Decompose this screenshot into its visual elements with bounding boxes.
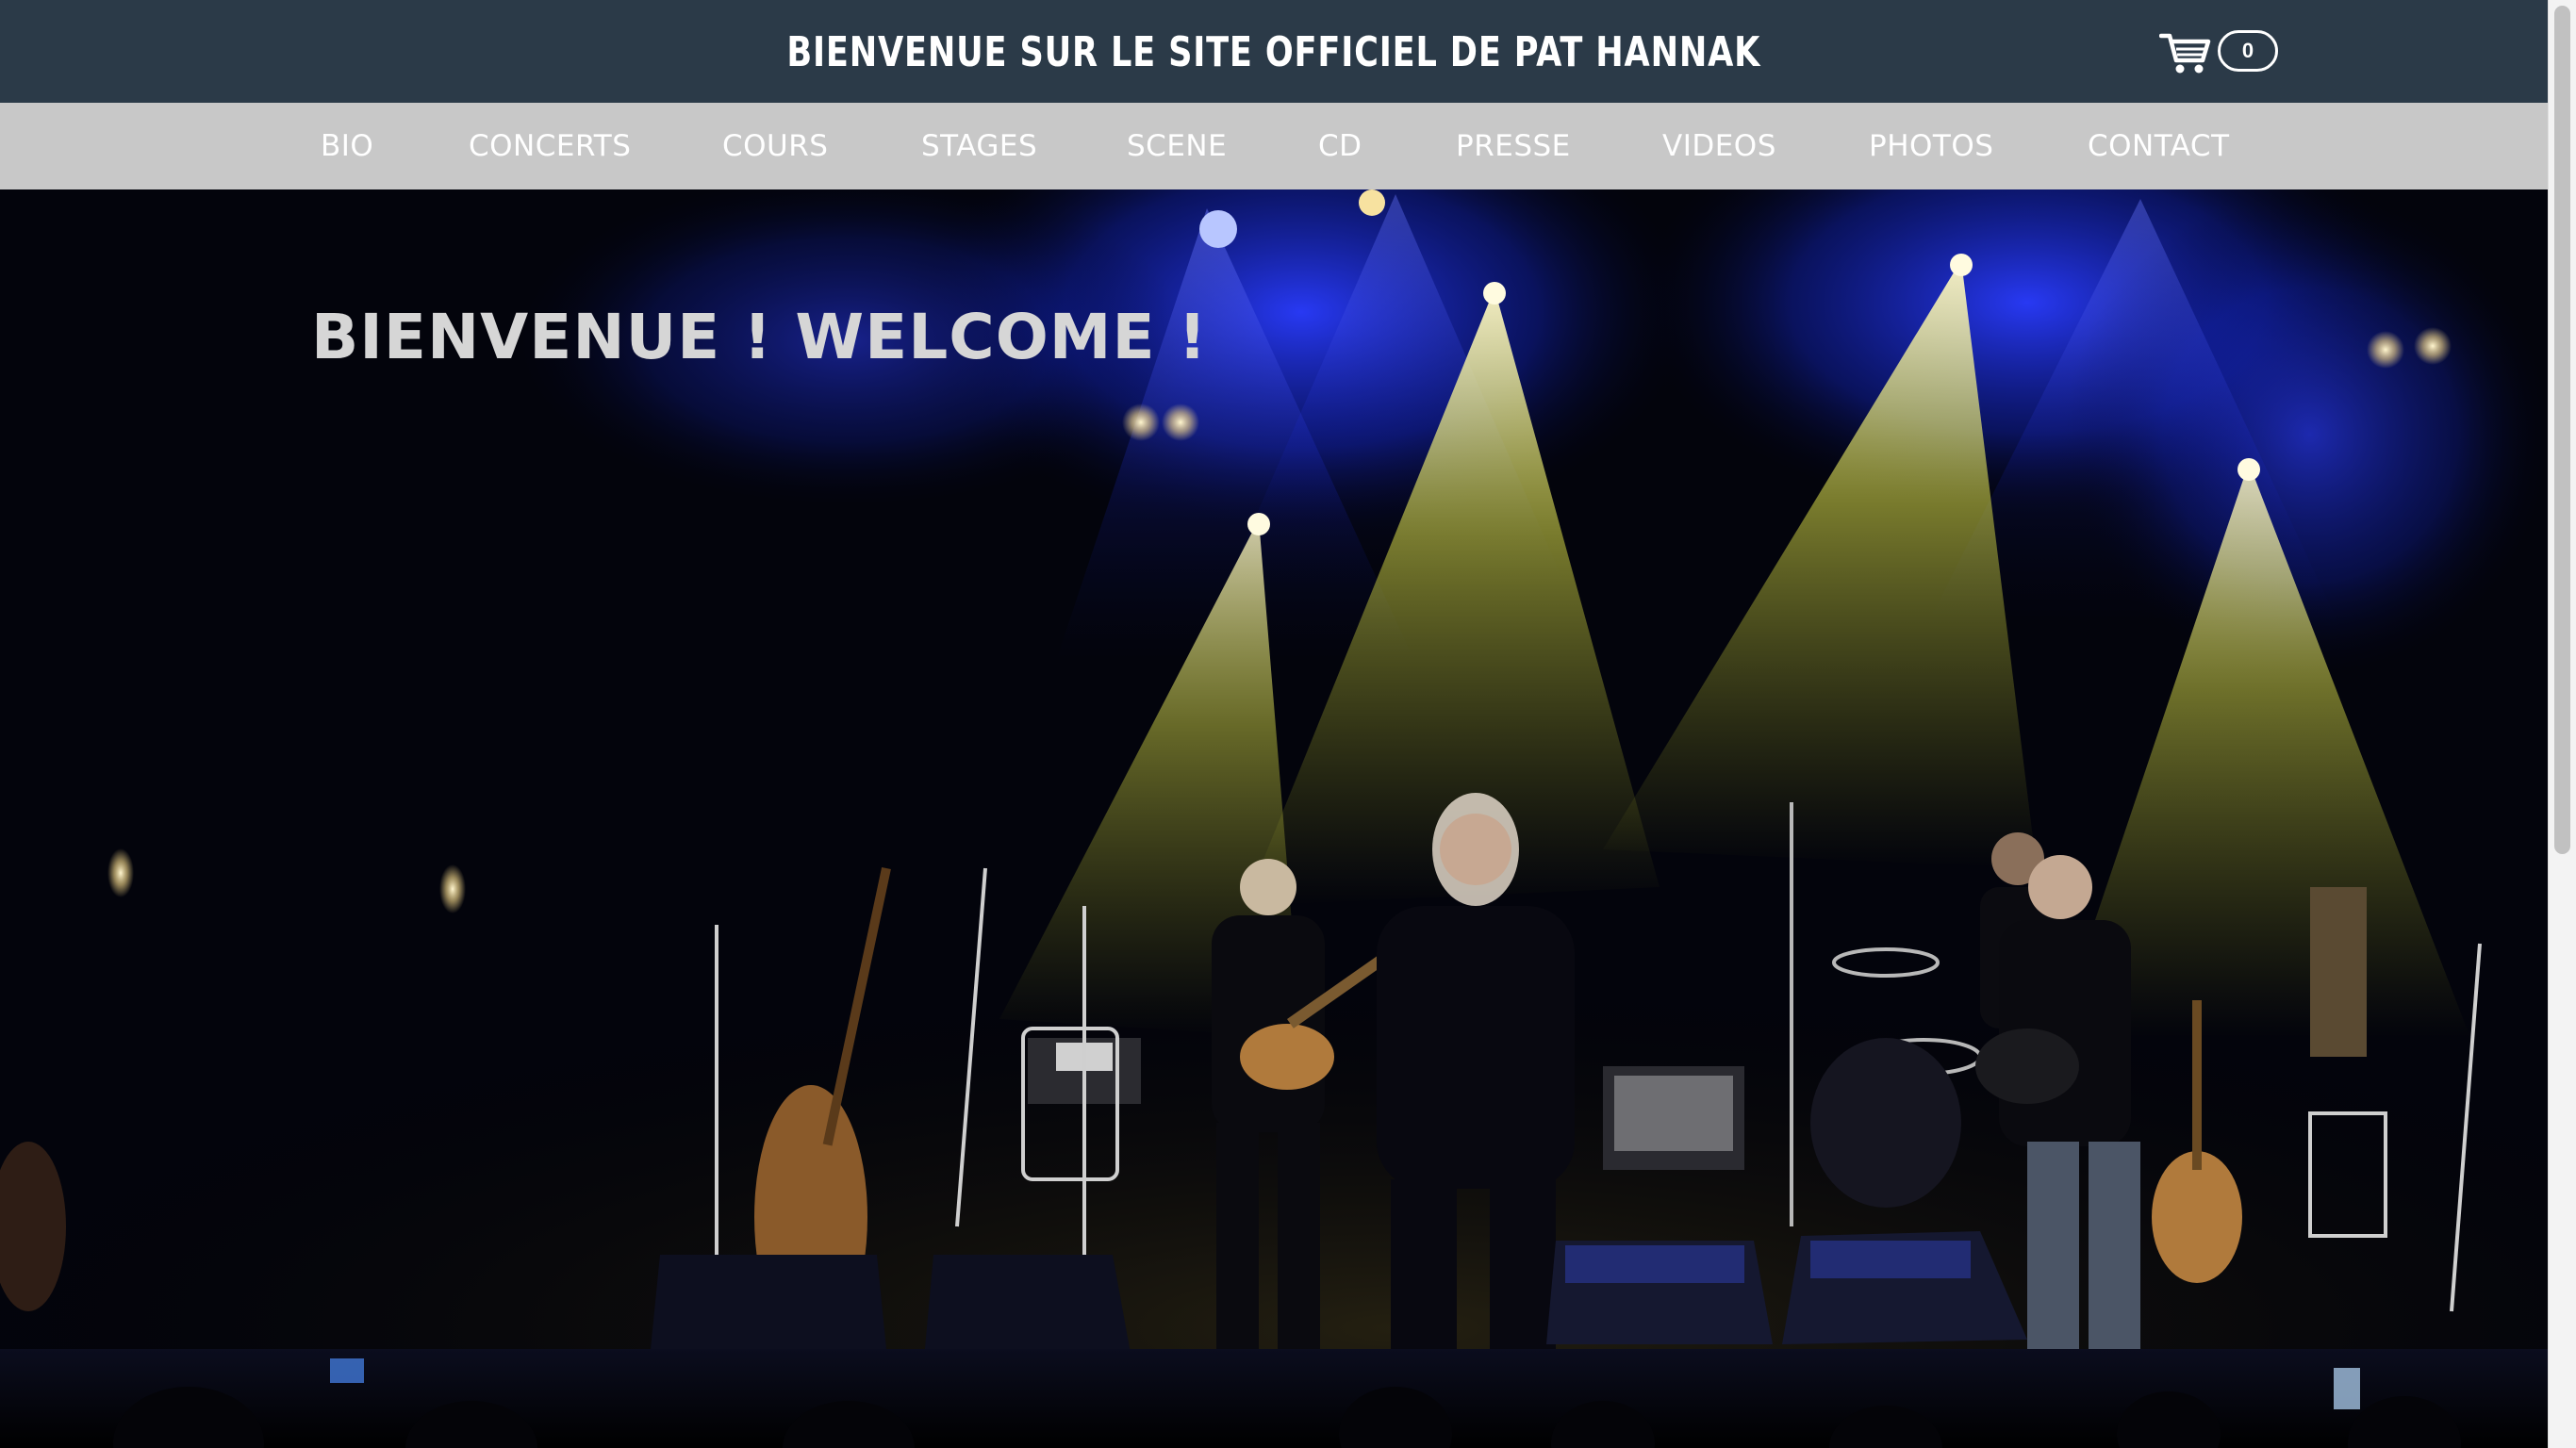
nav-item-cd[interactable]: CD: [1318, 103, 1362, 189]
nav-item-concerts[interactable]: CONCERTS: [469, 103, 631, 189]
nav-item-videos[interactable]: VIDEOS: [1662, 103, 1776, 189]
site-header: BIENVENUE SUR LE SITE OFFICIEL DE PAT HA…: [0, 0, 2548, 103]
main-nav: BIO CONCERTS COURS STAGES SCENE CD PRESS…: [0, 103, 2548, 189]
nav-item-scene[interactable]: SCENE: [1127, 103, 1227, 189]
concert-stage-photo: [0, 189, 2548, 1448]
scrollbar-thumb[interactable]: [2554, 6, 2570, 854]
nav-item-presse[interactable]: PRESSE: [1456, 103, 1571, 189]
vertical-scrollbar[interactable]: [2548, 0, 2576, 1448]
welcome-heading: BIENVENUE ! WELCOME !: [311, 301, 1208, 373]
nav-item-photos[interactable]: PHOTOS: [1869, 103, 1993, 189]
nav-item-cours[interactable]: COURS: [722, 103, 828, 189]
nav-item-contact[interactable]: CONTACT: [2088, 103, 2230, 189]
nav-item-stages[interactable]: STAGES: [921, 103, 1037, 189]
site-title: BIENVENUE SUR LE SITE OFFICIEL DE PAT HA…: [786, 28, 1761, 76]
shopping-cart-icon[interactable]: [2159, 30, 2212, 75]
nav-item-bio[interactable]: BIO: [321, 103, 373, 189]
page: BIENVENUE SUR LE SITE OFFICIEL DE PAT HA…: [0, 0, 2576, 1448]
hero-section: BIENVENUE ! WELCOME !: [0, 189, 2548, 1448]
cart-button[interactable]: 0: [2159, 26, 2282, 81]
cart-count-badge[interactable]: 0: [2218, 30, 2278, 72]
